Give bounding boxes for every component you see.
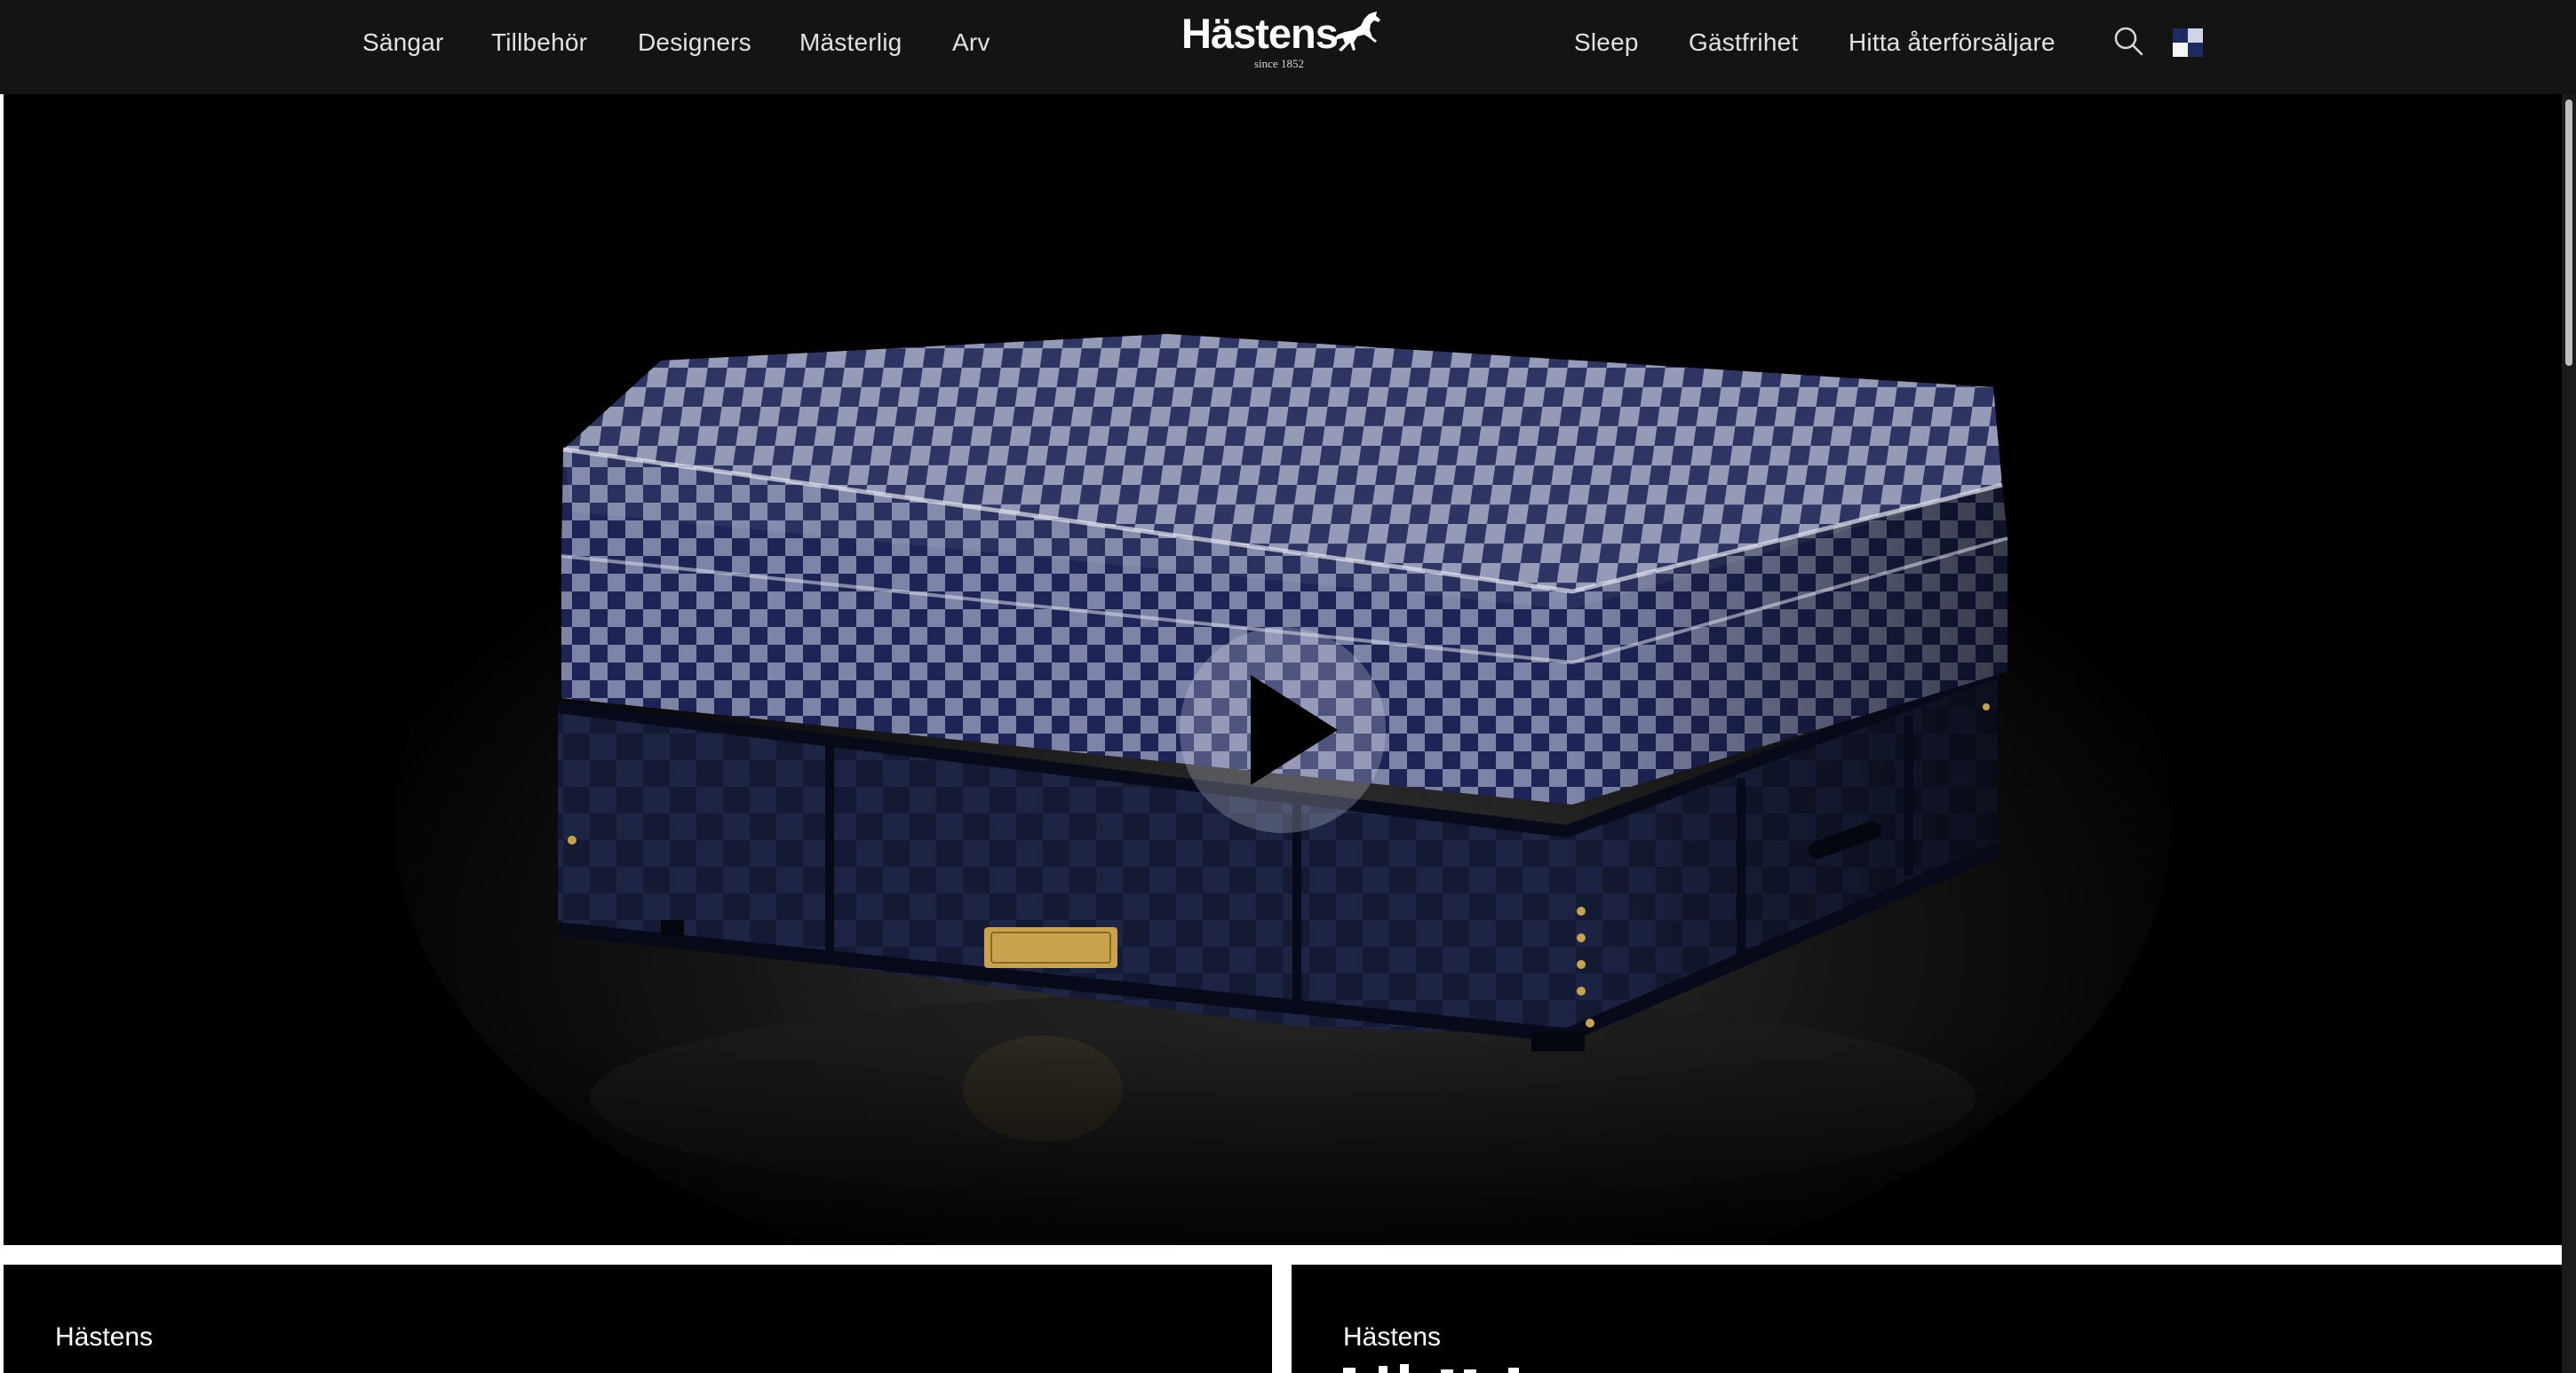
hero-video[interactable] [4,94,2562,1245]
play-icon[interactable] [1178,625,1387,835]
nav-item-designers[interactable]: Designers [638,0,751,85]
logo-tagline: since 1852 [1254,57,1304,70]
page-scrollbar[interactable] [2562,94,2576,1373]
top-navigation: Sängar Tillbehör Designers Mästerlig Arv… [0,0,2576,94]
flag-icon[interactable] [2173,28,2203,57]
nav-item-gastfrihet[interactable]: Gästfrihet [1689,0,1798,85]
card-title-cropped [1343,1364,1519,1373]
scrollbar-thumb[interactable] [2565,99,2572,366]
nav-item-arv[interactable]: Arv [952,0,990,85]
nav-item-hitta-aterforsaljare[interactable]: Hitta återförsäljare [1849,0,2055,85]
content-card-left[interactable]: Hästens [4,1265,1272,1373]
nav-item-masterlig[interactable]: Mästerlig [799,0,902,85]
nav-item-sangar[interactable]: Sängar [362,0,444,85]
horse-icon [1332,12,1380,52]
card-brand-label: Hästens [55,1322,154,1352]
logo-wordmark: Hästens [1181,10,1339,57]
card-brand-label: Hästens [1343,1322,1442,1352]
search-icon[interactable] [2112,25,2144,57]
nav-item-tillbehor[interactable]: Tillbehör [491,0,587,85]
hastens-logo[interactable]: Hästens since 1852 [1181,9,1381,75]
nav-item-sleep[interactable]: Sleep [1574,0,1639,85]
content-card-right[interactable]: Hästens [1292,1265,2562,1373]
